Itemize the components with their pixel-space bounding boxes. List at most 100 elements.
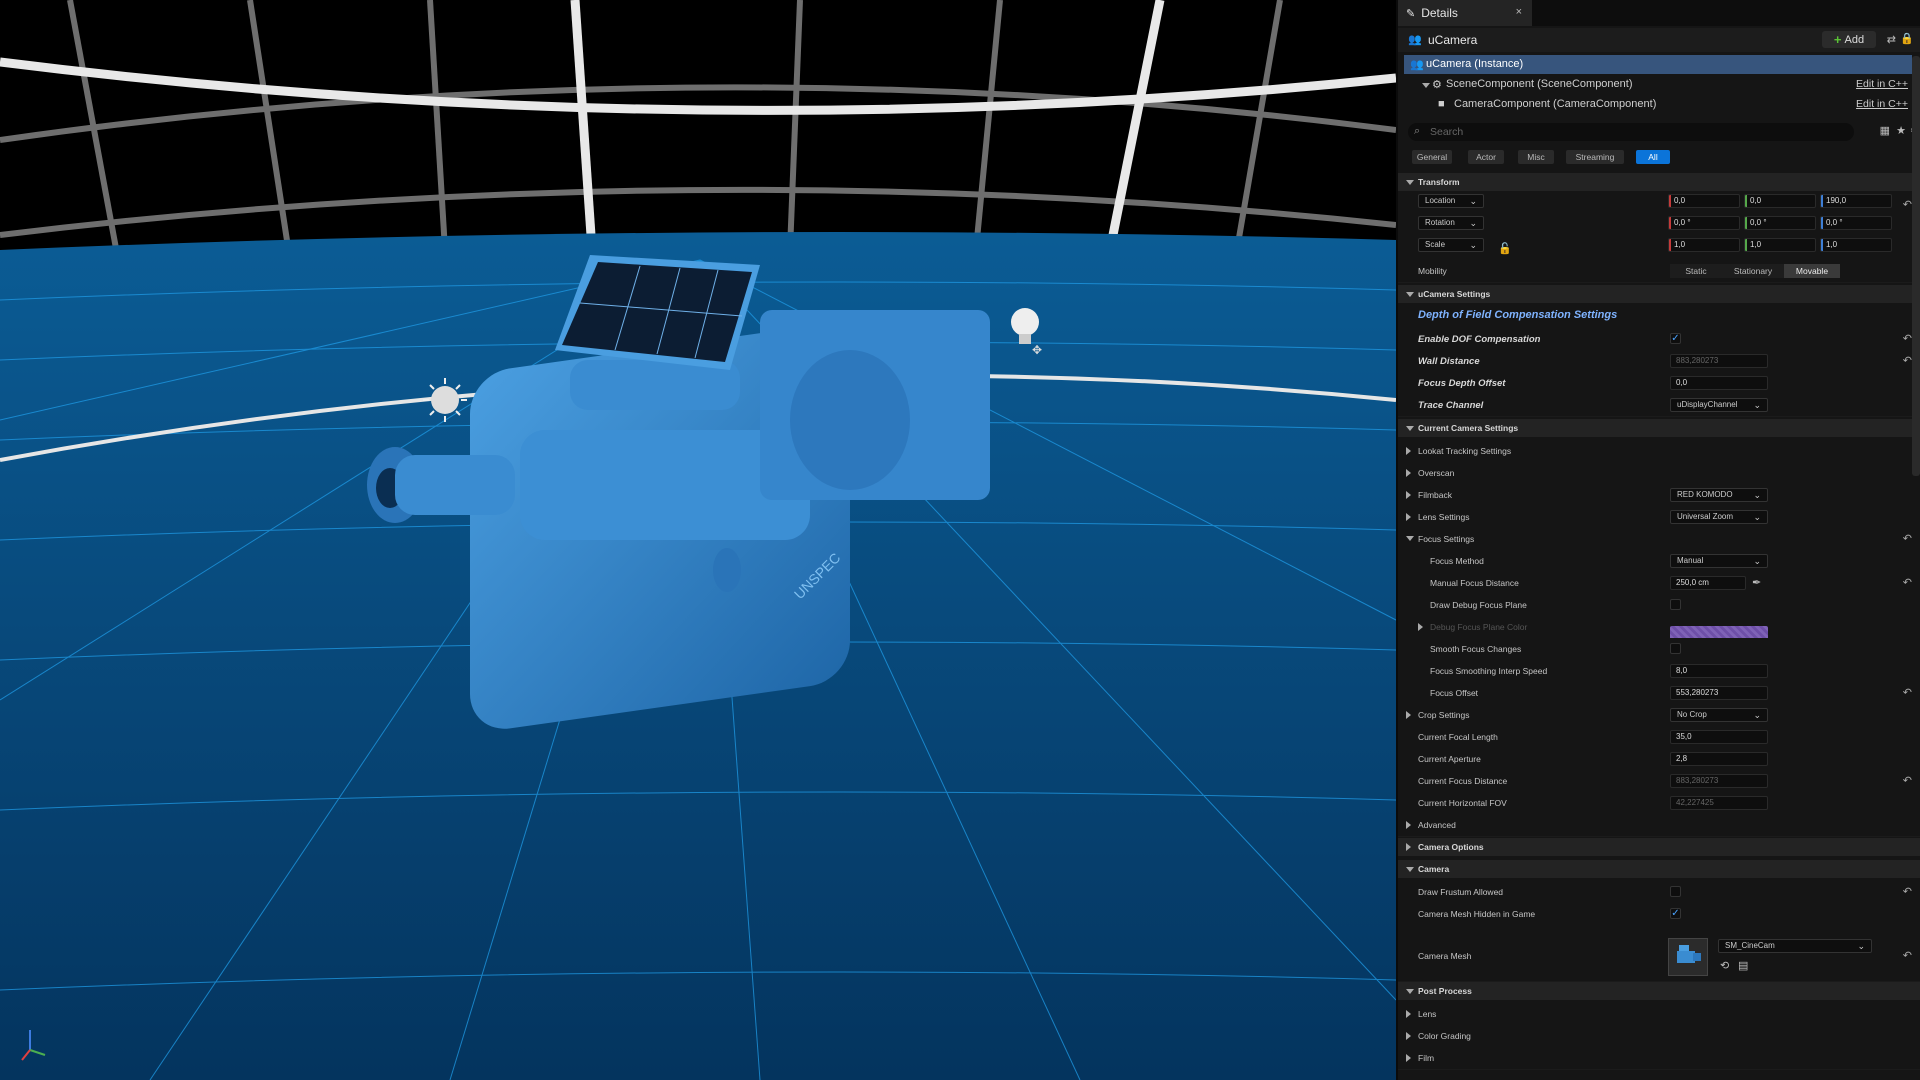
draw-frustum-checkbox[interactable] [1670, 886, 1681, 897]
reset-arrow-icon[interactable]: ↶ [1903, 885, 1912, 898]
section-transform[interactable]: Transform [1398, 173, 1920, 191]
collapse-arrow-icon[interactable] [1406, 426, 1414, 431]
reset-arrow-icon[interactable]: ↶ [1903, 949, 1912, 962]
location-z-field[interactable]: 190,0 [1820, 194, 1892, 208]
section-current-camera-settings[interactable]: Current Camera Settings [1398, 419, 1920, 437]
collapse-arrow-icon[interactable] [1406, 989, 1414, 994]
row-pp-color-grading[interactable]: Color Grading [1398, 1025, 1920, 1048]
row-focus-settings[interactable]: Focus Settings ↶ [1398, 528, 1920, 551]
mobility-movable[interactable]: Movable [1784, 264, 1840, 278]
expand-arrow-icon[interactable] [1406, 469, 1411, 477]
component-row-instance[interactable]: 👥 uCamera (Instance) [1404, 55, 1912, 74]
expand-arrow-icon[interactable] [1406, 843, 1411, 851]
browse-icon[interactable]: ▤ [1738, 959, 1748, 972]
focus-method-dropdown[interactable]: Manual ⌄ [1670, 554, 1768, 568]
filmback-dropdown[interactable]: RED KOMODO ⌄ [1670, 488, 1768, 502]
search-input[interactable]: ⌕ Search [1408, 123, 1854, 141]
location-y-field[interactable]: 0,0 [1744, 194, 1816, 208]
level-viewport[interactable]: UNSPEC ✥ [0, 0, 1396, 1080]
unlock-icon[interactable]: 🔓 [1498, 242, 1512, 255]
lens-dropdown[interactable]: Universal Zoom ⌄ [1670, 510, 1768, 524]
smoothing-speed-field[interactable]: 8,0 [1670, 664, 1768, 678]
filter-all[interactable]: All [1636, 150, 1670, 164]
aperture-field[interactable]: 2,8 [1670, 752, 1768, 766]
reset-arrow-icon[interactable]: ↶ [1903, 532, 1912, 545]
camera-mesh-thumbnail[interactable] [1668, 938, 1708, 976]
collapse-arrow-icon[interactable] [1406, 867, 1414, 872]
reset-arrow-icon[interactable]: ↶ [1903, 686, 1912, 699]
row-lookat[interactable]: Lookat Tracking Settings [1398, 440, 1920, 463]
rotation-x-field[interactable]: 0,0 ° [1668, 216, 1740, 230]
location-x-field[interactable]: 0,0 [1668, 194, 1740, 208]
reset-arrow-icon[interactable]: ↶ [1903, 576, 1912, 589]
lock-icon[interactable]: 🔒 [1900, 32, 1914, 45]
row-pp-lens[interactable]: Lens [1398, 1003, 1920, 1026]
expand-arrow-icon[interactable] [1406, 447, 1411, 455]
table-view-icon[interactable]: ▦ [1880, 124, 1890, 137]
enable-dof-checkbox[interactable]: ✓ [1670, 333, 1681, 344]
expand-arrow-icon[interactable] [1422, 83, 1430, 88]
expand-arrow-icon[interactable] [1406, 711, 1411, 719]
expand-arrow-icon[interactable] [1406, 821, 1411, 829]
location-dropdown[interactable]: Location ⌄ [1418, 194, 1484, 208]
chevron-down-icon: ⌄ [1857, 941, 1865, 951]
add-component-button[interactable]: + Add [1822, 31, 1876, 48]
collapse-arrow-icon[interactable] [1406, 292, 1414, 297]
collapse-arrow-icon[interactable] [1406, 180, 1414, 185]
filter-misc[interactable]: Misc [1518, 150, 1554, 164]
section-camera-options[interactable]: Camera Options [1398, 838, 1920, 856]
rotation-dropdown[interactable]: Rotation ⌄ [1418, 216, 1484, 230]
crop-dropdown[interactable]: No Crop ⌄ [1670, 708, 1768, 722]
expand-arrow-icon[interactable] [1406, 1010, 1411, 1018]
rotation-y-field[interactable]: 0,0 ° [1744, 216, 1816, 230]
scale-dropdown[interactable]: Scale ⌄ [1418, 238, 1484, 252]
manual-focus-field[interactable]: 250,0 cm [1670, 576, 1746, 590]
reset-arrow-icon[interactable]: ↶ [1903, 774, 1912, 787]
star-icon[interactable]: ★ [1896, 124, 1906, 137]
expand-arrow-icon[interactable] [1406, 491, 1411, 499]
mesh-hidden-checkbox[interactable]: ✓ [1670, 908, 1681, 919]
viewport-scene[interactable]: UNSPEC ✥ [0, 0, 1396, 1080]
trace-channel-dropdown[interactable]: uDisplayChannel ⌄ [1670, 398, 1768, 412]
smooth-focus-checkbox[interactable] [1670, 643, 1681, 654]
eyedropper-icon[interactable]: ✒ [1752, 576, 1761, 589]
row-overscan[interactable]: Overscan [1398, 462, 1920, 485]
focus-depth-offset-field[interactable]: 0,0 [1670, 376, 1768, 390]
scale-y-field[interactable]: 1,0 [1744, 238, 1816, 252]
expand-arrow-icon[interactable] [1406, 1054, 1411, 1062]
expand-arrow-icon[interactable] [1406, 513, 1411, 521]
filter-general[interactable]: General [1412, 150, 1452, 164]
section-post-process[interactable]: Post Process [1398, 982, 1920, 1000]
camera-mesh-dropdown[interactable]: SM_CineCam ⌄ [1718, 939, 1872, 953]
close-icon[interactable]: × [1516, 6, 1522, 18]
expand-arrow-icon[interactable] [1406, 1032, 1411, 1040]
component-row-camera[interactable]: ■ CameraComponent (CameraComponent) Edit… [1404, 95, 1912, 114]
collapse-arrow-icon[interactable] [1406, 536, 1414, 541]
draw-debug-checkbox[interactable] [1670, 599, 1681, 610]
reset-arrow-icon[interactable]: ↶ [1903, 354, 1912, 367]
row-advanced[interactable]: Advanced [1398, 814, 1920, 837]
mobility-stationary[interactable]: Stationary [1722, 264, 1784, 278]
blueprint-icon[interactable]: ⇄ [1887, 33, 1896, 46]
panel-scrollbar[interactable] [1912, 56, 1920, 476]
reset-arrow-icon[interactable]: ↶ [1903, 198, 1912, 211]
focal-length-field[interactable]: 35,0 [1670, 730, 1768, 744]
focus-offset-field[interactable]: 553,280273 [1670, 686, 1768, 700]
edit-cpp-link[interactable]: Edit in C++ [1856, 98, 1908, 110]
expand-arrow-icon[interactable] [1418, 623, 1423, 631]
filter-streaming[interactable]: Streaming [1566, 150, 1624, 164]
mobility-static[interactable]: Static [1670, 264, 1722, 278]
section-ucamera-settings[interactable]: uCamera Settings [1398, 285, 1920, 303]
section-camera[interactable]: Camera [1398, 860, 1920, 878]
use-selected-icon[interactable]: ⟲ [1720, 959, 1729, 972]
edit-cpp-link[interactable]: Edit in C++ [1856, 78, 1908, 90]
row-pp-film[interactable]: Film [1398, 1047, 1920, 1070]
wall-distance-field[interactable]: 883,280273 [1670, 354, 1768, 368]
reset-arrow-icon[interactable]: ↶ [1903, 332, 1912, 345]
filter-actor[interactable]: Actor [1468, 150, 1504, 164]
rotation-z-field[interactable]: 0,0 ° [1820, 216, 1892, 230]
component-row-scene[interactable]: ⚙ SceneComponent (SceneComponent) Edit i… [1404, 75, 1912, 94]
scale-x-field[interactable]: 1,0 [1668, 238, 1740, 252]
scale-z-field[interactable]: 1,0 [1820, 238, 1892, 252]
details-tab[interactable]: ✎ Details × [1398, 0, 1532, 26]
